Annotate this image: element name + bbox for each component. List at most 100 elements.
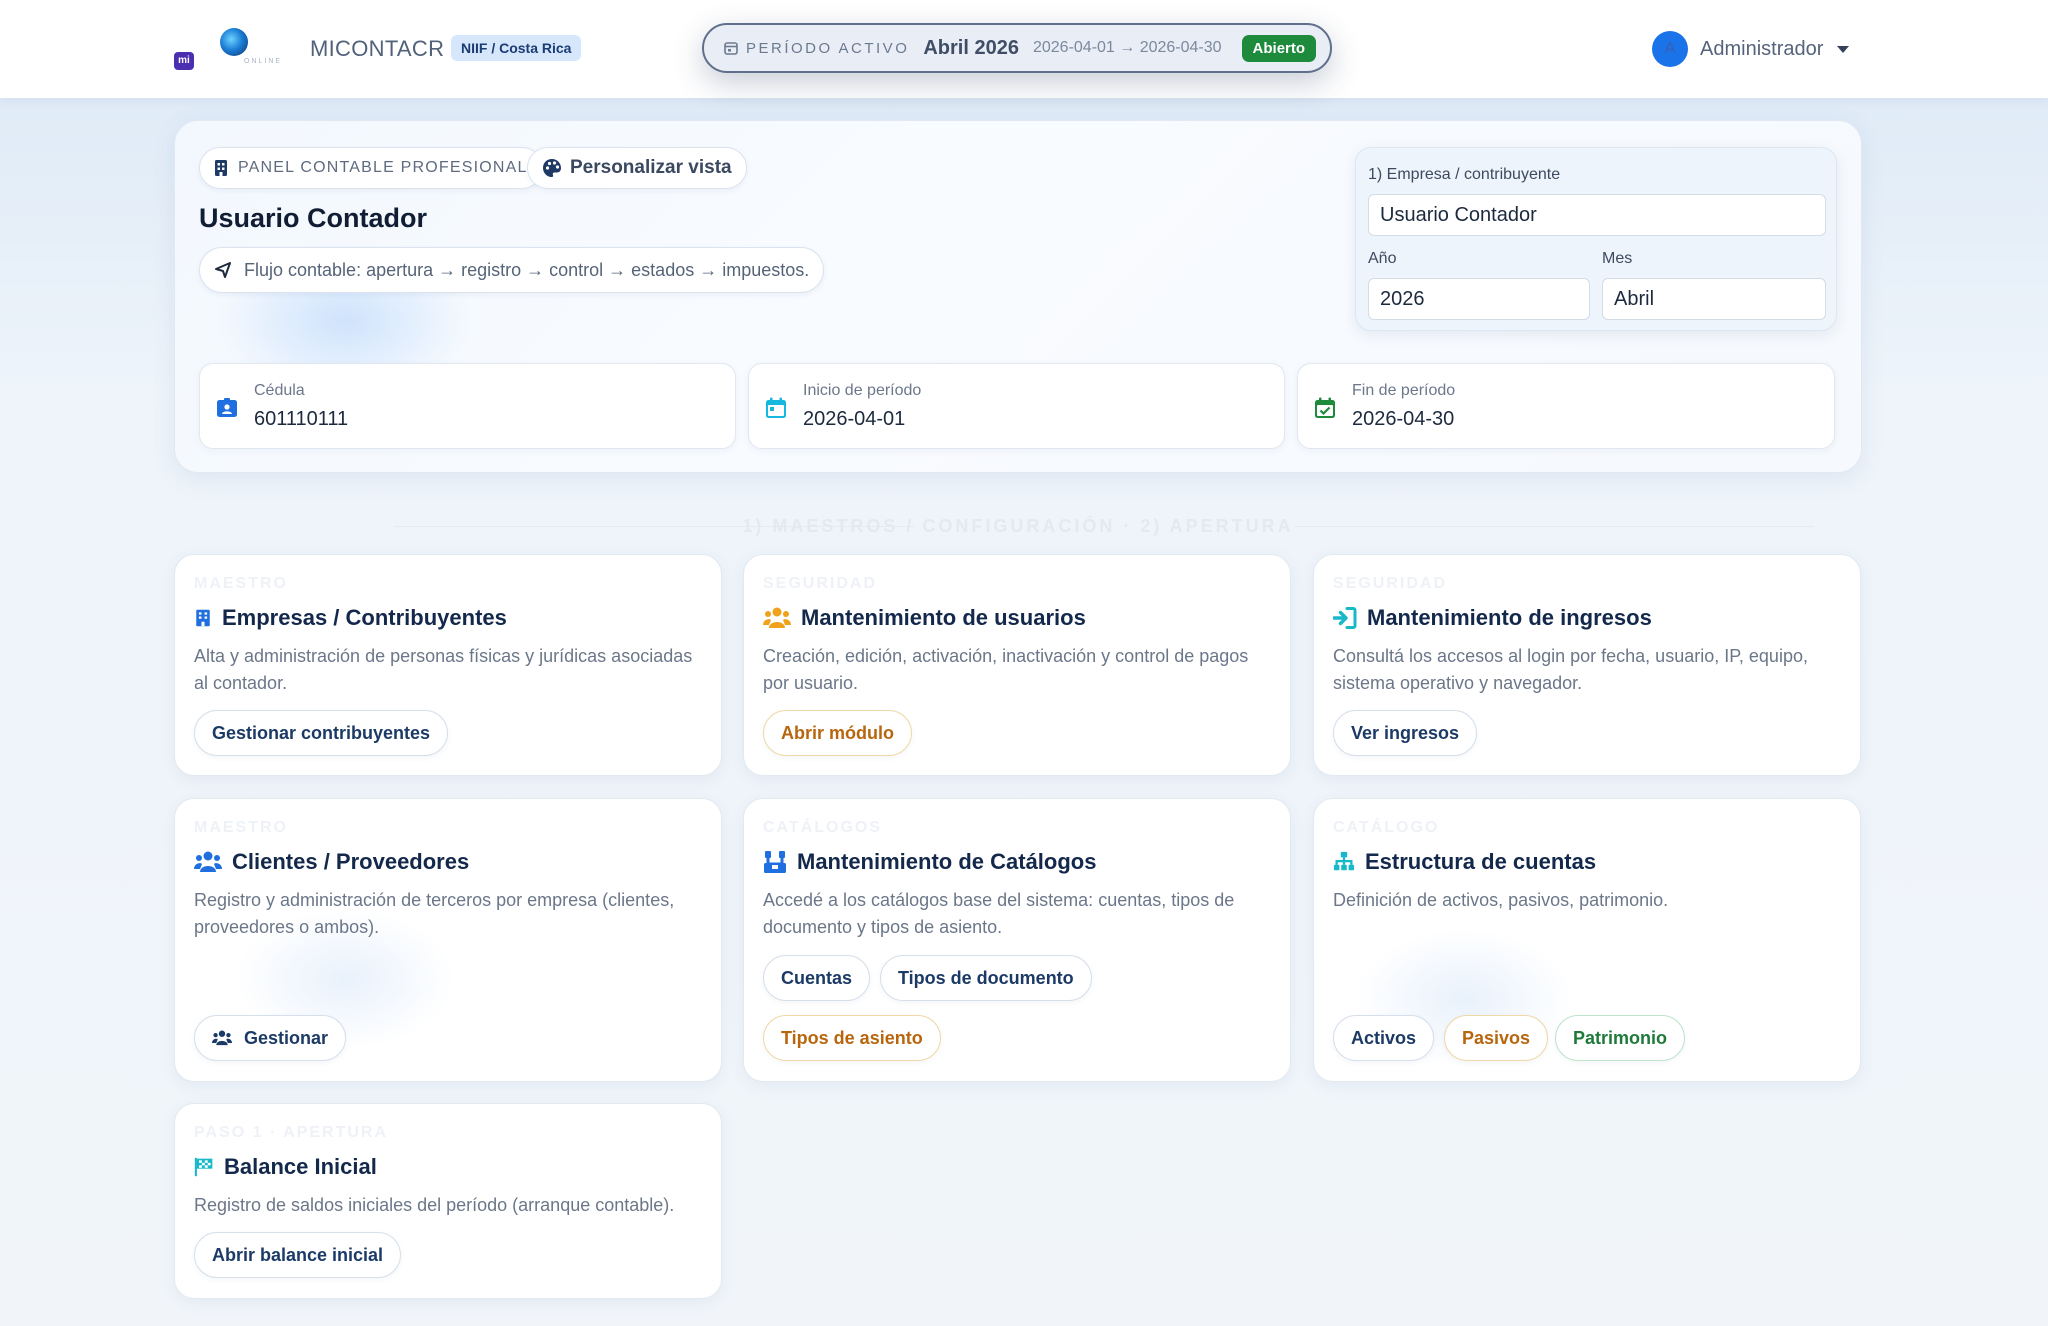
button-label: Tipos de documento	[898, 967, 1074, 988]
avatar: A	[1652, 31, 1688, 67]
flow-chip: Flujo contable: apertura → registro → co…	[199, 247, 825, 293]
info-label: Cédula	[254, 382, 305, 399]
calendar-icon	[724, 42, 738, 55]
card-title: Balance Inicial	[194, 1153, 377, 1181]
year-label: Año	[1368, 250, 1397, 267]
card-ingresos: SEGURIDAD Mantenimiento de ingresos Cons…	[1313, 554, 1861, 776]
button-label: Pasivos	[1462, 1027, 1531, 1048]
building-icon	[196, 609, 210, 627]
view-logins-button[interactable]: Ver ingresos	[1333, 710, 1478, 756]
info-card-cedula: Cédula 601110111	[199, 363, 736, 449]
card-usuarios: SEGURIDAD Mantenimiento de usuarios Crea…	[743, 554, 1291, 776]
chevron-down-icon[interactable]	[1837, 45, 1850, 53]
logo-badge: mi	[174, 52, 194, 70]
calendar-icon	[766, 397, 786, 418]
active-period-indicator[interactable]: PERÍODO ACTIVO Abril 2026 2026-04-01 → 2…	[702, 23, 1332, 73]
panel-chip: PANEL CONTABLE PROFESIONAL	[199, 147, 543, 189]
app-logo[interactable]: mi ONLINE	[172, 24, 282, 76]
info-label: Fin de período	[1352, 382, 1456, 399]
button-label: Gestionar	[244, 1027, 329, 1048]
card-catalogos: CATÁLOGOS Mantenimiento de Catálogos Acc…	[743, 798, 1291, 1082]
card-eyebrow: CATÁLOGO	[1333, 819, 1440, 836]
manage-taxpayers-button[interactable]: Gestionar contribuyentes	[194, 710, 449, 756]
card-title: Empresas / Contribuyentes	[194, 604, 507, 632]
section-divider: 1) MAESTROS / CONFIGURACIÓN · 2) APERTUR…	[174, 514, 1862, 538]
card-description: Registro y administración de terceros po…	[194, 890, 675, 937]
top-navbar: mi ONLINE MICONTACR NIIF / Costa Rica PE…	[0, 0, 2048, 98]
users-icon	[194, 851, 222, 872]
card-balance-inicial: PASO 1 · APERTURA Balance Inicial Regist…	[174, 1103, 722, 1299]
equity-button[interactable]: Patrimonio	[1555, 1015, 1686, 1061]
card-title-text: Clientes / Proveedores	[232, 849, 470, 874]
checkered-flag-icon	[194, 1157, 213, 1177]
building-icon	[215, 160, 227, 176]
card-description: Consultá los accesos al login por fecha,…	[1333, 646, 1808, 693]
card-title-text: Estructura de cuentas	[1365, 849, 1597, 874]
card-title-text: Mantenimiento de usuarios	[801, 605, 1086, 630]
entry-types-button[interactable]: Tipos de asiento	[763, 1015, 941, 1061]
card-eyebrow: SEGURIDAD	[763, 575, 878, 592]
card-title: Estructura de cuentas	[1333, 848, 1596, 876]
user-name: Administrador	[1700, 37, 1824, 60]
card-eyebrow: PASO 1 · APERTURA	[194, 1124, 389, 1141]
card-description: Definición de activos, pasivos, patrimon…	[1333, 890, 1669, 910]
card-title-text: Empresas / Contribuyentes	[222, 605, 507, 630]
route-icon	[215, 262, 231, 278]
card-empresas: MAESTRO Empresas / Contribuyentes Alta y…	[174, 554, 722, 776]
panel-chip-label: PANEL CONTABLE PROFESIONAL	[238, 159, 528, 176]
info-card-period-start: Inicio de período 2026-04-01	[748, 363, 1285, 449]
hierarchy-icon	[1333, 851, 1355, 871]
open-module-button[interactable]: Abrir módulo	[763, 710, 912, 756]
card-title: Mantenimiento de Catálogos	[763, 848, 1096, 876]
liabilities-button[interactable]: Pasivos	[1444, 1015, 1549, 1061]
flow-text: Flujo contable: apertura → registro → co…	[244, 259, 810, 280]
card-title: Mantenimiento de ingresos	[1333, 604, 1652, 632]
logo-subtext: ONLINE	[244, 58, 283, 65]
accounts-catalog-button[interactable]: Cuentas	[763, 955, 871, 1001]
card-description: Accedé a los catálogos base del sistema:…	[763, 890, 1235, 937]
card-title: Mantenimiento de usuarios	[763, 604, 1086, 632]
assets-button[interactable]: Activos	[1333, 1015, 1435, 1061]
button-label: Abrir balance inicial	[212, 1244, 384, 1265]
card-eyebrow: MAESTRO	[194, 575, 288, 592]
year-input[interactable]: 2026	[1368, 278, 1590, 320]
info-value: 601110111	[254, 408, 349, 430]
period-selector-form: 1) Empresa / contribuyente Usuario Conta…	[1355, 147, 1837, 331]
button-label: Gestionar contribuyentes	[212, 722, 431, 743]
standard-badge: NIIF / Costa Rica	[451, 35, 582, 61]
period-status-badge: Abierto	[1241, 34, 1317, 62]
month-label: Mes	[1602, 250, 1633, 267]
card-title: Clientes / Proveedores	[194, 848, 469, 876]
company-label: 1) Empresa / contribuyente	[1368, 166, 1561, 183]
users-icon	[212, 1030, 232, 1046]
card-eyebrow: MAESTRO	[194, 819, 288, 836]
info-card-period-end: Fin de período 2026-04-30	[1297, 363, 1835, 449]
info-label: Inicio de período	[803, 382, 922, 399]
info-value: 2026-04-01	[803, 408, 906, 430]
button-label: Activos	[1351, 1027, 1417, 1048]
month-select[interactable]: Abril	[1602, 278, 1826, 320]
user-menu[interactable]: A Administrador	[1652, 30, 1850, 68]
open-opening-balance-button[interactable]: Abrir balance inicial	[194, 1232, 402, 1278]
users-icon	[763, 607, 791, 628]
sign-in-icon	[1333, 607, 1357, 629]
card-estructura-cuentas: CATÁLOGO Estructura de cuentas Definició…	[1313, 798, 1861, 1082]
customize-view-button[interactable]: Personalizar vista	[527, 147, 747, 189]
period-month: Abril 2026	[923, 36, 1019, 59]
button-label: Patrimonio	[1573, 1027, 1668, 1048]
card-title-text: Mantenimiento de ingresos	[1367, 605, 1652, 630]
button-label: Tipos de asiento	[781, 1027, 923, 1048]
header-panel: PANEL CONTABLE PROFESIONAL Personalizar …	[174, 120, 1862, 473]
customize-view-label: Personalizar vista	[570, 157, 732, 178]
period-label: PERÍODO ACTIVO	[746, 39, 910, 57]
page-title: Usuario Contador	[199, 203, 428, 233]
company-select[interactable]: Usuario Contador	[1368, 194, 1826, 236]
card-clientes-proveedores: MAESTRO Clientes / Proveedores Registro …	[174, 798, 722, 1082]
globe-icon	[220, 28, 248, 56]
palette-icon	[543, 159, 561, 177]
manage-third-parties-button[interactable]: Gestionar	[194, 1015, 347, 1061]
card-description: Alta y administración de personas física…	[194, 646, 693, 693]
button-label: Cuentas	[781, 967, 853, 988]
period-range: 2026-04-01 → 2026-04-30	[1032, 39, 1222, 56]
document-types-button[interactable]: Tipos de documento	[880, 955, 1092, 1001]
